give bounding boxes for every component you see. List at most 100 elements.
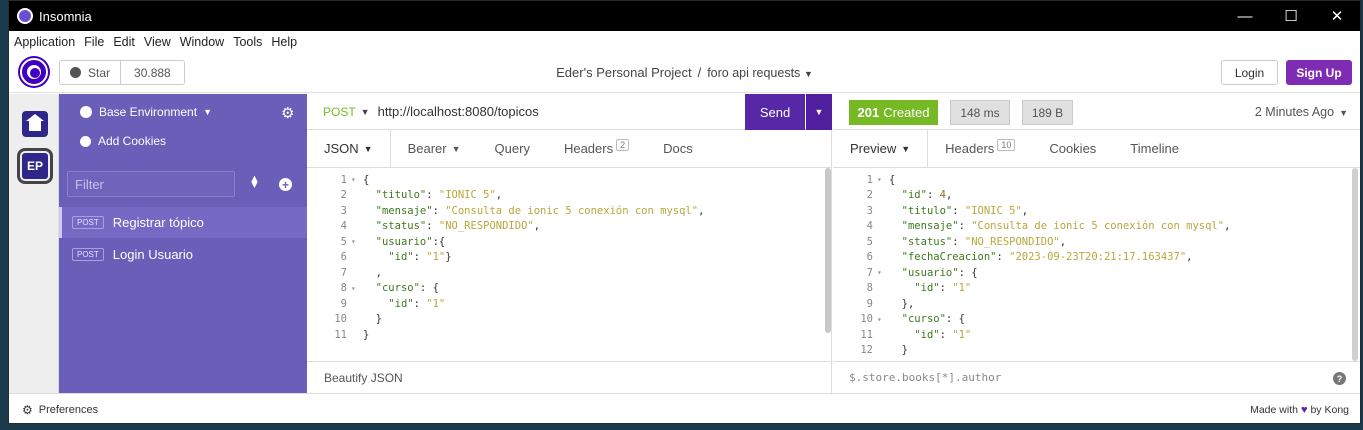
heart-icon: ♥ xyxy=(1300,404,1308,416)
code-line: 4 "status": "NO_RESPONDIDO", xyxy=(340,220,541,233)
help-icon[interactable]: ? xyxy=(1333,372,1346,385)
response-scrollbar[interactable] xyxy=(1352,168,1358,361)
close-button[interactable]: ✕ xyxy=(1314,1,1360,31)
response-size: 189 B xyxy=(1022,100,1073,125)
chevron-down-icon: ▼ xyxy=(363,143,373,154)
environment-icon xyxy=(80,106,92,118)
method-badge: POST xyxy=(72,248,104,261)
chevron-down-icon: ▼ xyxy=(1339,108,1348,118)
code-line: 3 "titulo": "IONIC 5", xyxy=(866,204,1029,217)
code-line: 7 ▾ "usuario": { xyxy=(866,266,978,279)
code-line: 2 "id": 4, xyxy=(866,189,953,202)
add-cookies-button[interactable]: Add Cookies xyxy=(80,134,166,148)
request-body-editor[interactable]: 1 ▾{2 "titulo": "IONIC 5", 3 "mensaje": "C… xyxy=(307,168,832,361)
response-status-bar: 201 Created 148 ms 189 B 2 Minutes Ago ▼ xyxy=(833,94,1360,130)
response-time: 148 ms xyxy=(950,100,1010,125)
request-name: Registrar tópico xyxy=(112,215,204,230)
history-dropdown[interactable]: 2 Minutes Ago ▼ xyxy=(1255,105,1348,119)
code-line: 6 "fechaCreacion": "2023-09-23T20:21:17.… xyxy=(866,251,1193,264)
code-line: 10 } xyxy=(334,313,382,326)
code-line: 12 } xyxy=(860,344,908,357)
login-button[interactable]: Login xyxy=(1221,60,1278,85)
project-name[interactable]: Eder's Personal Project xyxy=(556,65,691,80)
editor-scrollbar[interactable] xyxy=(825,168,831,333)
request-tabs: JSON ▼ Bearer ▼ Query Headers 2 Docs xyxy=(307,130,831,168)
add-request-icon[interactable]: + xyxy=(279,178,292,191)
home-button[interactable] xyxy=(22,111,48,137)
environment-selector[interactable]: Base Environment ▼ xyxy=(80,105,212,119)
signup-button[interactable]: Sign Up xyxy=(1286,60,1352,85)
method-selector[interactable]: POST xyxy=(323,105,356,119)
code-line: 8 "id": "1" xyxy=(866,282,972,295)
menu-edit[interactable]: Edit xyxy=(113,35,135,49)
beautify-json-button[interactable]: Beautify JSON xyxy=(307,361,832,393)
request-pane: POST ▼ http://localhost:8080/topicos Sen… xyxy=(307,94,832,393)
top-toolbar: Star 30.888 Eder's Personal Project / foro… xyxy=(9,53,1360,93)
chevron-down-icon[interactable]: ▼ xyxy=(361,107,370,117)
code-line: 4 "mensaje": "Consulta de ionic 5 conexi… xyxy=(866,220,1231,233)
url-input[interactable]: http://localhost:8080/topicos xyxy=(378,104,539,119)
menu-view[interactable]: View xyxy=(144,35,171,49)
tab-query[interactable]: Query xyxy=(478,130,547,167)
response-body-viewer[interactable]: 1 ▾{ 2 "id": 4, 3 "titulo": "IONIC 5", 4 "me… xyxy=(833,168,1360,361)
chevron-down-icon: ▼ xyxy=(901,143,911,154)
method-badge: POST xyxy=(72,216,104,229)
insomnia-logo-icon xyxy=(17,8,33,24)
workspace-rail: EP xyxy=(9,94,59,393)
code-line: 5 ▾ "usuario":{ xyxy=(340,235,446,248)
menu-tools[interactable]: Tools xyxy=(233,35,262,49)
tab-timeline[interactable]: Timeline xyxy=(1113,130,1196,167)
chevron-down-icon: ▼ xyxy=(451,143,461,154)
tab-cookies[interactable]: Cookies xyxy=(1032,130,1113,167)
code-line: 6 "id": "1"} xyxy=(340,251,452,264)
sidebar-item-login-usuario[interactable]: POST Login Usuario xyxy=(59,239,307,270)
tab-preview[interactable]: Preview ▼ xyxy=(833,130,929,167)
menu-bar: Application File Edit View Window Tools … xyxy=(9,31,1360,53)
sidebar-item-registrar-topico[interactable]: POST Registrar tópico xyxy=(59,207,307,238)
gear-icon[interactable]: ⚙ xyxy=(281,104,294,122)
code-line: 9 "id": "1" xyxy=(340,297,446,310)
chevron-down-icon[interactable]: ▼ xyxy=(804,69,813,79)
code-line: 5 "status": "NO_RESPONDIDO", xyxy=(866,235,1067,248)
maximize-button[interactable]: ☐ xyxy=(1268,1,1314,31)
status-badge: 201 Created xyxy=(849,100,938,125)
code-line: 11 "id": "1" xyxy=(860,328,972,341)
gear-icon: ⚙ xyxy=(22,402,33,417)
tab-json[interactable]: JSON ▼ xyxy=(307,130,391,167)
code-line: 1 ▾{ xyxy=(340,173,370,186)
send-options-button[interactable]: ▼ xyxy=(806,94,832,130)
menu-help[interactable]: Help xyxy=(271,35,297,49)
code-line: 9 }, xyxy=(866,297,915,310)
code-line: 10 ▾ "curso": { xyxy=(860,313,965,326)
headers-count-badge: 10 xyxy=(997,138,1016,151)
minimize-button[interactable]: — xyxy=(1222,1,1268,31)
tab-docs[interactable]: Docs xyxy=(646,130,710,167)
sidebar: Base Environment ▼ ⚙ Add Cookies Filter … xyxy=(59,94,307,393)
tab-response-headers[interactable]: Headers 10 xyxy=(928,130,1032,167)
breadcrumb: Eder's Personal Project / foro api request… xyxy=(556,65,813,80)
workspace-avatar[interactable]: EP xyxy=(17,148,53,184)
menu-window[interactable]: Window xyxy=(180,35,224,49)
sidebar-filter-input[interactable]: Filter xyxy=(67,171,235,197)
request-name: Login Usuario xyxy=(112,247,193,262)
collection-name[interactable]: foro api requests xyxy=(707,66,800,80)
send-button[interactable]: Send xyxy=(745,94,805,130)
response-filter-input[interactable]: $.store.books[*].author xyxy=(833,361,1360,393)
menu-file[interactable]: File xyxy=(84,35,104,49)
title-bar: Insomnia — ☐ ✕ xyxy=(9,1,1360,31)
sort-icon[interactable]: ▲ ▼ xyxy=(249,174,260,191)
chevron-down-icon: ▼ xyxy=(203,107,212,117)
tab-headers[interactable]: Headers 2 xyxy=(547,130,646,167)
code-line: 1 ▾{ xyxy=(866,173,896,186)
app-window: Insomnia — ☐ ✕ Application File Edit Vie… xyxy=(8,0,1361,424)
menu-application[interactable]: Application xyxy=(14,35,75,49)
preferences-button[interactable]: ⚙ Preferences xyxy=(22,403,98,417)
status-footer: ⚙ Preferences Made with ♥ by Kong xyxy=(9,393,1360,423)
headers-count-badge: 2 xyxy=(616,138,630,151)
code-line: 11} xyxy=(334,328,370,341)
made-with-kong: Made with ♥ by Kong xyxy=(1250,404,1349,416)
code-line: 7 , xyxy=(340,266,382,279)
tab-bearer[interactable]: Bearer ▼ xyxy=(391,130,478,167)
home-icon xyxy=(26,113,44,131)
code-line: 2 "titulo": "IONIC 5", xyxy=(340,189,503,202)
